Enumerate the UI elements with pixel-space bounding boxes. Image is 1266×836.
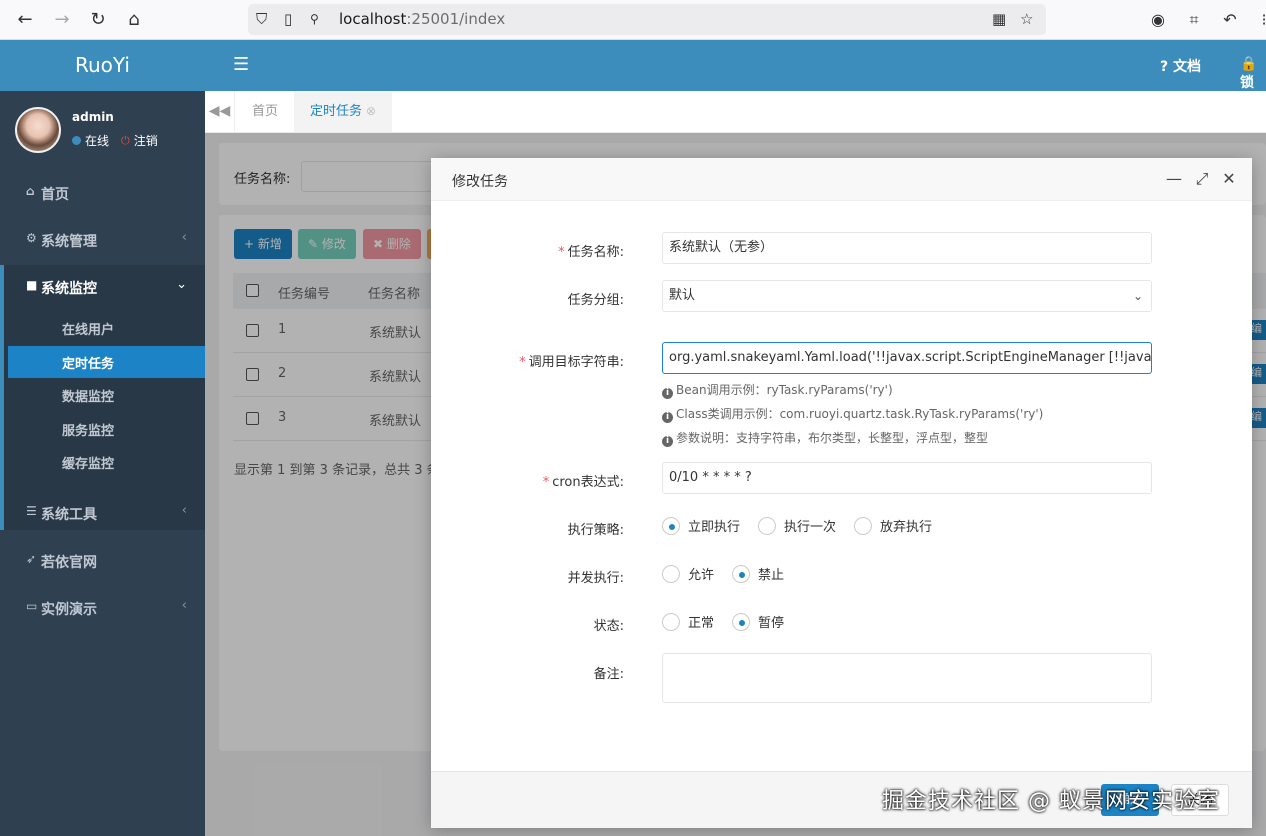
sidebar-item-website[interactable]: ➶ 若依官网 xyxy=(0,539,205,585)
concurrent-label: 并发执行: xyxy=(567,571,624,586)
sidebar-item-scheduled-jobs[interactable]: 定时任务 xyxy=(8,346,207,378)
help-text-bean: i Bean调用示例：ryTask.ryParams('ry') xyxy=(662,381,893,399)
sidebar: RuoYi admin 在线 ⏻ 注销 ⌂ 首页 ⚙ 系统管理 ‹ ■ 系统监控… xyxy=(0,40,207,836)
app-logo[interactable]: RuoYi xyxy=(0,40,205,91)
cron-label: * cron表达式: xyxy=(542,475,624,490)
lock-link[interactable]: 🔒锁 xyxy=(1240,56,1266,92)
account-icon[interactable]: ◉ xyxy=(1148,10,1168,30)
bars-icon: ☰ xyxy=(26,504,37,518)
page-icon: ▯ xyxy=(284,10,293,28)
sidebar-item-online-users[interactable]: 在线用户 xyxy=(8,312,207,344)
qr-code-icon[interactable]: ▦ xyxy=(992,10,1006,28)
user-panel: admin 在线 ⏻ 注销 xyxy=(0,91,205,171)
online-status: 在线 xyxy=(85,134,110,148)
chevron-down-icon: ⌄ xyxy=(176,277,187,292)
job-name-label: * 任务名称: xyxy=(558,245,624,260)
sidebar-item-cache-monitor[interactable]: 缓存监控 xyxy=(8,446,207,478)
misfire-policy-label: 执行策略: xyxy=(567,523,624,538)
sidebar-item-home[interactable]: ⌂ 首页 xyxy=(0,171,205,217)
minimize-icon[interactable]: — xyxy=(1165,169,1183,188)
misfire-immediate-radio[interactable]: 立即执行 xyxy=(662,516,740,535)
browser-toolbar: ← → ↻ ⌂ ⛉ ▯ ⚲ localhost:25001/index ▦ ☆ … xyxy=(0,0,1266,40)
info-icon: i xyxy=(662,436,673,447)
sidebar-item-demo[interactable]: ▭ 实例演示 ‹ xyxy=(0,586,205,632)
misfire-policy-radio-group: 立即执行 执行一次 放弃执行 xyxy=(662,516,950,535)
status-normal-radio[interactable]: 正常 xyxy=(662,612,714,631)
misfire-abandon-radio[interactable]: 放弃执行 xyxy=(854,516,932,535)
star-icon[interactable]: ☆ xyxy=(1020,10,1033,28)
crop-icon[interactable]: ⌗ xyxy=(1184,10,1204,30)
shield-icon: ⛉ xyxy=(256,10,268,28)
dialog-header: 修改任务 — ⤢ ✕ xyxy=(431,158,1252,201)
logout-icon[interactable]: ⏻ xyxy=(121,134,130,148)
close-icon[interactable]: ⊗ xyxy=(366,104,376,118)
dialog-body: * 任务名称: 系统默认（无参） 任务分组: 默认 ⌄ * 调用目标字符串: org… xyxy=(431,201,1252,771)
logout-link[interactable]: 注销 xyxy=(134,132,158,149)
home-icon: ⌂ xyxy=(26,184,35,198)
tab-home[interactable]: 首页 xyxy=(236,91,294,132)
info-icon: i xyxy=(662,412,673,423)
chevron-left-icon: ‹ xyxy=(181,230,187,245)
job-group-label: 任务分组: xyxy=(567,293,624,308)
chevron-left-icon: ‹ xyxy=(181,598,187,613)
gear-icon: ⚙ xyxy=(26,231,37,245)
top-header: ☰ ? 文档 🔒锁 xyxy=(205,40,1266,91)
dialog-title: 修改任务 xyxy=(452,174,508,190)
chevron-down-icon: ⌄ xyxy=(1132,289,1143,303)
reload-icon[interactable]: ↻ xyxy=(88,10,108,30)
tab-scroll-left-icon[interactable]: ◀◀ xyxy=(205,91,235,132)
chevron-left-icon: ‹ xyxy=(181,503,187,518)
remark-textarea[interactable] xyxy=(662,653,1152,703)
status-radio-group: 正常 暂停 xyxy=(662,612,802,631)
concurrent-allow-radio[interactable]: 允许 xyxy=(662,564,714,583)
url-text[interactable]: localhost:25001/index xyxy=(339,10,505,28)
close-icon[interactable]: ✕ xyxy=(1220,169,1238,188)
user-status: 在线 ⏻ 注销 xyxy=(72,132,158,149)
send-icon: ➶ xyxy=(26,552,37,566)
status-label: 状态: xyxy=(593,619,624,634)
site-settings-icon[interactable]: ⚲ xyxy=(310,12,319,26)
edit-job-dialog: 修改任务 — ⤢ ✕ * 任务名称: 系统默认（无参） 任务分组: 默认 ⌄ * 调… xyxy=(431,158,1252,828)
video-icon: ■ xyxy=(26,278,38,292)
job-name-input[interactable]: 系统默认（无参） xyxy=(662,232,1152,264)
remark-label: 备注: xyxy=(593,667,624,682)
watermark: 掘金技术社区 @ 蚁景网安实验室 xyxy=(882,789,1220,814)
avatar[interactable] xyxy=(15,107,61,153)
back-arrow-icon[interactable]: ← xyxy=(15,10,35,30)
maximize-icon[interactable]: ⤢ xyxy=(1193,169,1211,189)
misfire-once-radio[interactable]: 执行一次 xyxy=(758,516,836,535)
extensions-icon[interactable]: ⁝ xyxy=(1254,10,1266,30)
sidebar-item-monitor[interactable]: ■ 系统监控 ⌄ xyxy=(0,265,205,304)
invoke-target-input[interactable]: org.yaml.snakeyaml.Yaml.load('!!javax.sc… xyxy=(662,342,1152,374)
undo-icon[interactable]: ↶ xyxy=(1220,10,1240,30)
info-icon: i xyxy=(662,388,673,399)
cron-expression-input[interactable]: 0/10 * * * * ? xyxy=(662,462,1152,494)
page-tabs: ◀◀ 首页 定时任务 ⊗ xyxy=(205,91,1266,133)
online-dot-icon xyxy=(72,136,81,145)
concurrent-radio-group: 允许 禁止 xyxy=(662,564,802,583)
help-text-params: i 参数说明：支持字符串，布尔类型，长整型，浮点型，整型 xyxy=(662,429,988,447)
home-icon[interactable]: ⌂ xyxy=(124,10,144,30)
concurrent-forbid-radio[interactable]: 禁止 xyxy=(732,564,784,583)
sidebar-item-tools[interactable]: ☰ 系统工具 ‹ xyxy=(0,491,205,537)
job-group-select[interactable]: 默认 ⌄ xyxy=(662,280,1152,312)
sidebar-item-system[interactable]: ⚙ 系统管理 ‹ xyxy=(0,218,205,264)
menu-toggle-icon[interactable]: ☰ xyxy=(233,54,249,75)
desktop-icon: ▭ xyxy=(26,599,38,613)
help-text-class: i Class类调用示例：com.ruoyi.quartz.task.RyTask… xyxy=(662,405,1043,423)
forward-arrow-icon[interactable]: → xyxy=(52,10,72,30)
invoke-target-label: * 调用目标字符串: xyxy=(519,355,624,370)
sidebar-item-server-monitor[interactable]: 服务监控 xyxy=(8,413,207,445)
sidebar-item-data-monitor[interactable]: 数据监控 xyxy=(8,379,207,411)
tab-scheduled-jobs[interactable]: 定时任务 ⊗ xyxy=(294,91,393,132)
status-paused-radio[interactable]: 暂停 xyxy=(732,612,784,631)
address-bar[interactable]: ⛉ ▯ ⚲ localhost:25001/index ▦ ☆ xyxy=(248,4,1046,35)
doc-link[interactable]: ? 文档 xyxy=(1160,56,1201,76)
user-name: admin xyxy=(72,110,114,124)
